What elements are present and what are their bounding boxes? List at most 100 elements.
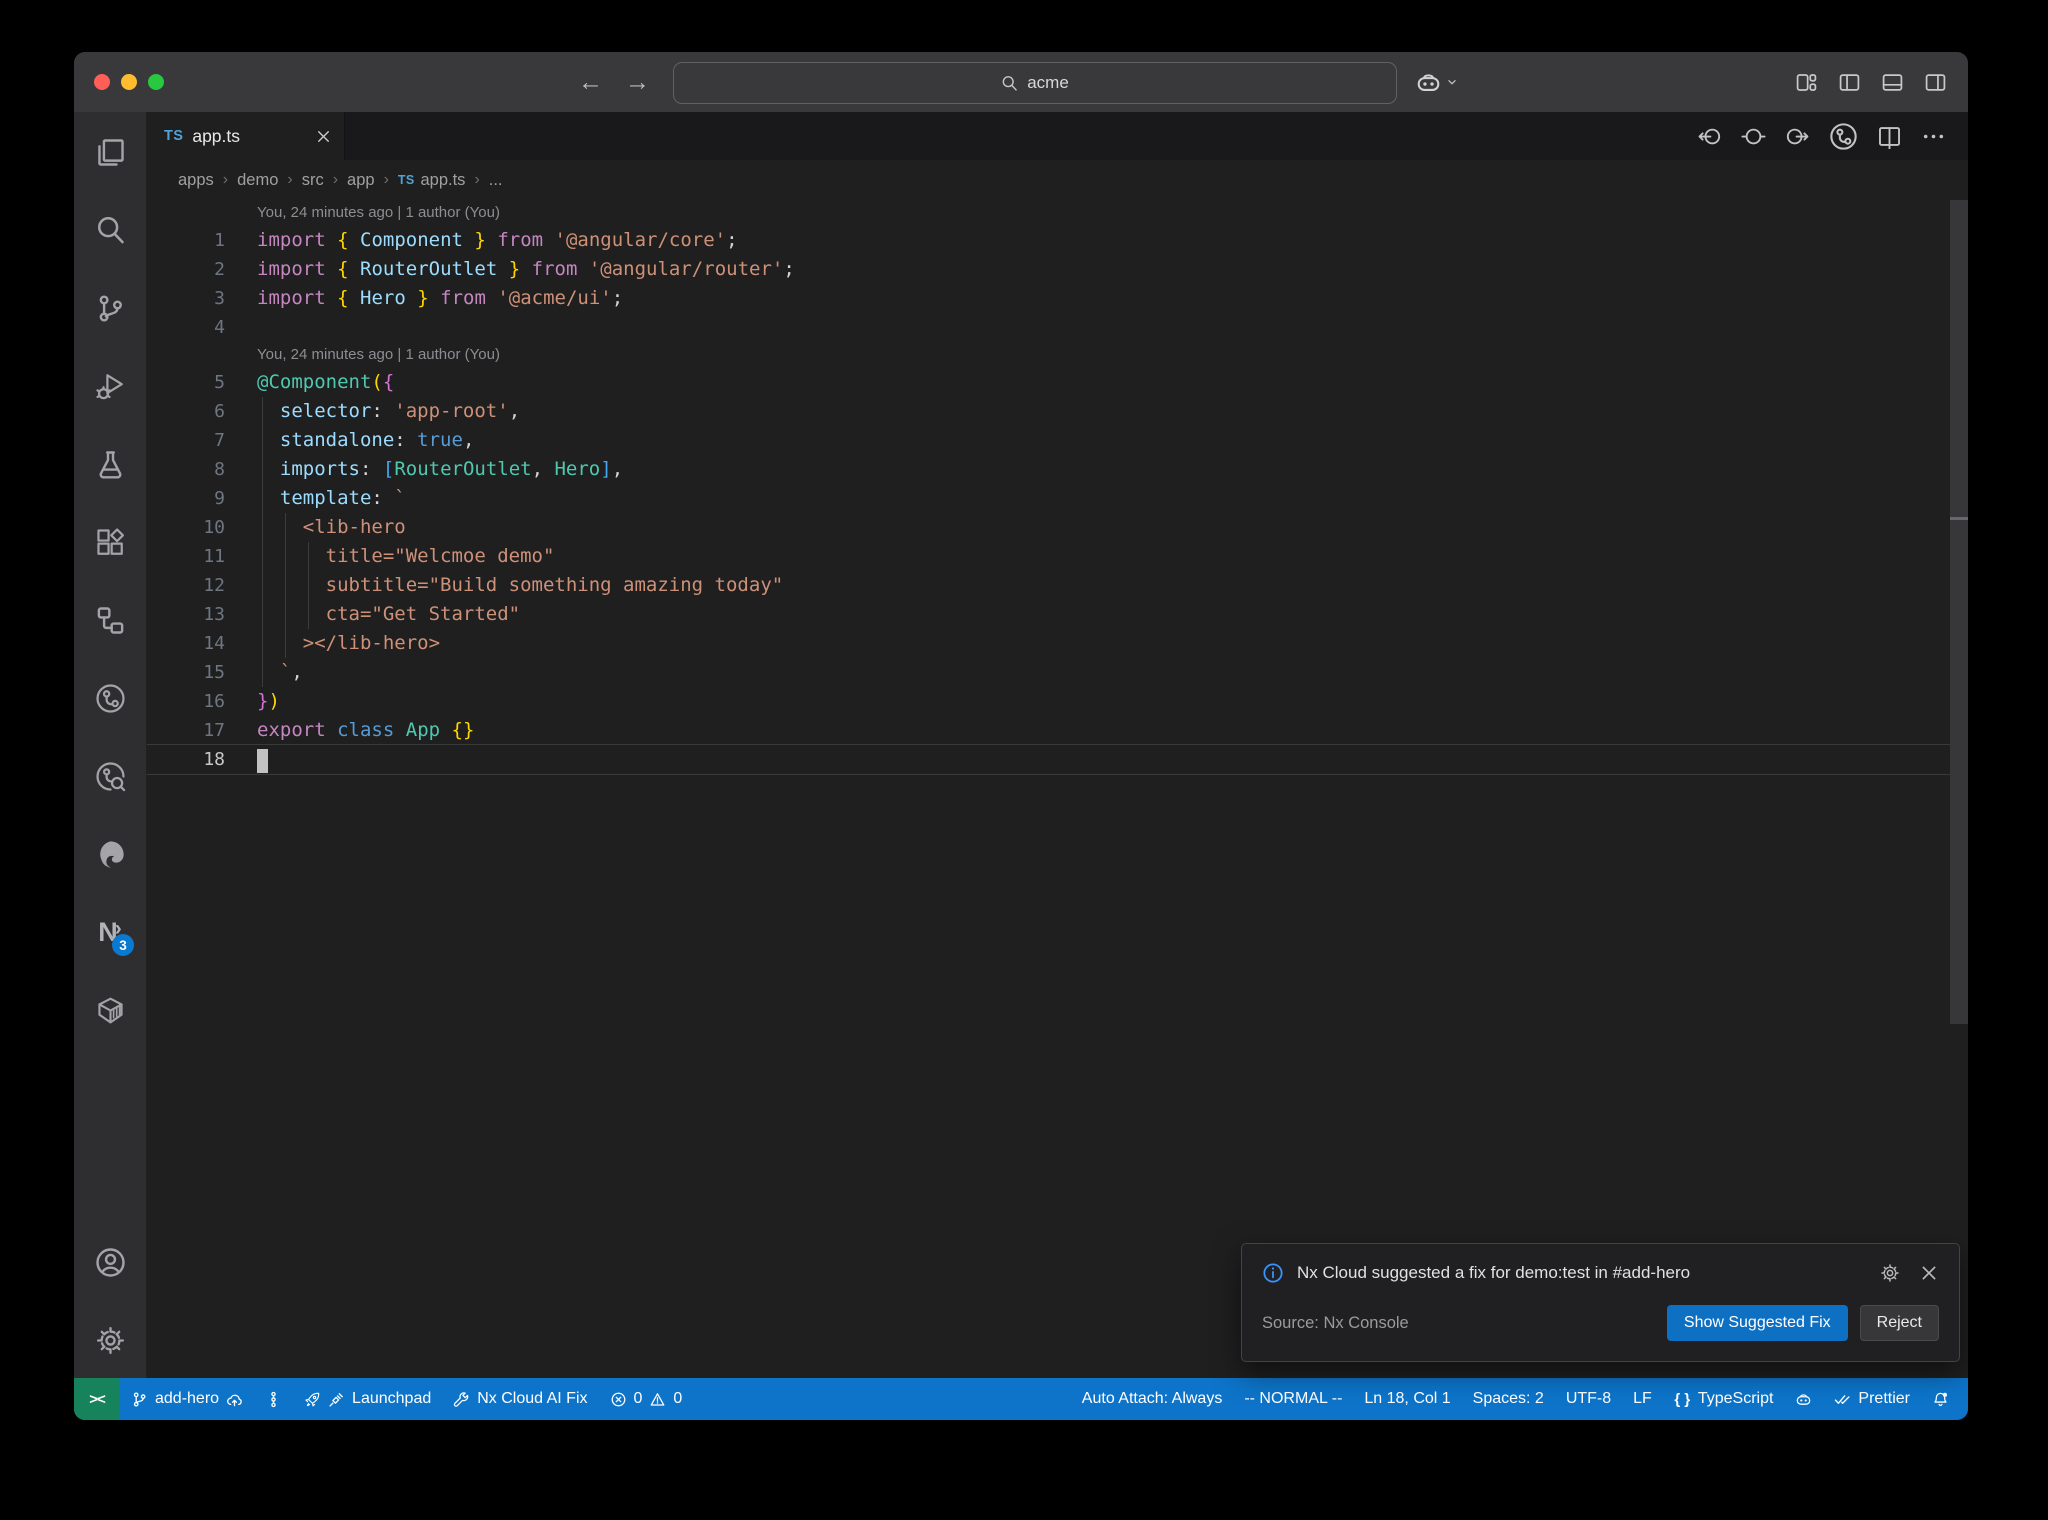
activity-bar-item-testing[interactable] <box>86 440 134 488</box>
close-notification-icon[interactable] <box>1919 1263 1939 1283</box>
activity-bar-item-hierarchy[interactable] <box>86 596 134 644</box>
code-line-10[interactable]: 10 <lib-hero <box>147 513 1968 542</box>
split-editor-icon[interactable] <box>1877 124 1902 149</box>
close-tab-icon[interactable] <box>315 128 332 145</box>
history-back-button[interactable]: ← <box>578 52 603 112</box>
code-line-8[interactable]: 8 imports: [RouterOutlet, Hero], <box>147 455 1968 484</box>
activity-bar-item-search[interactable] <box>86 206 134 254</box>
vim-mode-item[interactable]: -- NORMAL -- <box>1233 1378 1353 1420</box>
editor-group: TS app.ts apps › demo › src › app › TS app.ts ›...… <box>147 112 1968 1378</box>
codelens-annotation[interactable]: You, 24 minutes ago | 1 author (You) <box>147 200 1968 226</box>
prettier-item[interactable]: Prettier <box>1823 1378 1921 1420</box>
notification-toast: Nx Cloud suggested a fix for demo:test i… <box>1241 1243 1960 1362</box>
code-line-6[interactable]: 6 selector: 'app-root', <box>147 397 1968 426</box>
code-line-16[interactable]: 16}) <box>147 687 1968 716</box>
language-item[interactable]: { } TypeScript <box>1663 1378 1785 1420</box>
breadcrumb-item-app[interactable]: app <box>347 171 375 190</box>
code-line-4[interactable]: 4 <box>147 313 1968 342</box>
activity-bar-item-run-debug[interactable] <box>86 362 134 410</box>
indent-guide <box>285 513 286 658</box>
history-forward-button[interactable]: → <box>625 52 650 112</box>
code-line-15[interactable]: 15 `, <box>147 658 1968 687</box>
tab-bar: TS app.ts <box>147 112 1968 160</box>
remote-indicator[interactable]: >< <box>74 1378 120 1420</box>
copilot-menu[interactable] <box>1415 52 1459 112</box>
close-window-button[interactable] <box>94 74 110 90</box>
code-line-2[interactable]: 2 import { RouterOutlet } from '@angular/… <box>147 255 1968 284</box>
scrollbar-thumb[interactable] <box>1950 200 1968 1024</box>
activity-bar-item-accounts[interactable] <box>86 1238 134 1286</box>
codelens-annotation[interactable]: You, 24 minutes ago | 1 author (You) <box>147 342 1968 368</box>
activity-bar-item-settings-gear[interactable] <box>86 1316 134 1364</box>
breadcrumb-item-apps[interactable]: apps <box>178 171 214 190</box>
breadcrumb-item-src[interactable]: src <box>302 171 324 190</box>
cursor-position-item[interactable]: Ln 18, Col 1 <box>1353 1378 1461 1420</box>
braces-icon: { } <box>1674 1390 1691 1408</box>
eol-item[interactable]: LF <box>1622 1378 1663 1420</box>
activity-bar-item-extensions[interactable] <box>86 518 134 566</box>
activity-bar-item-explorer[interactable] <box>86 128 134 176</box>
more-actions-icon[interactable] <box>1921 124 1946 149</box>
nx-cloud-ai-fix-item[interactable]: Nx Cloud AI Fix <box>442 1378 598 1420</box>
tab-app-ts[interactable]: TS app.ts <box>147 112 345 160</box>
auto-attach-item[interactable]: Auto Attach: Always <box>1071 1378 1234 1420</box>
activity-bar-item-nx-console[interactable]: N › 3 <box>86 908 134 956</box>
indentation-item-label: Spaces: 2 <box>1472 1390 1544 1407</box>
activity-bar-item-edge-tools[interactable] <box>86 830 134 878</box>
commit-graph-icon[interactable] <box>1829 122 1858 151</box>
code-line-12[interactable]: 12 subtitle="Build something amazing tod… <box>147 571 1968 600</box>
prev-change-icon[interactable] <box>1697 124 1722 149</box>
code-area[interactable]: You, 24 minutes ago | 1 author (You) 1 imp… <box>147 200 1968 1378</box>
toggle-panel-icon[interactable] <box>1881 71 1904 94</box>
notification-settings-icon[interactable] <box>1880 1263 1900 1283</box>
toggle-primary-sidebar-icon[interactable] <box>1838 71 1861 94</box>
line-number: 17 <box>203 720 225 741</box>
code-line-9[interactable]: 9 template: ` <box>147 484 1968 513</box>
customize-layout-icon[interactable] <box>1795 71 1818 94</box>
code-line-5[interactable]: 5 @Component({ <box>147 368 1968 397</box>
activity-bar-item-source-control[interactable] <box>86 284 134 332</box>
plug-icon <box>328 1391 345 1408</box>
line-number: 10 <box>203 517 225 538</box>
breadcrumb-item-demo[interactable]: demo <box>237 171 278 190</box>
next-change-icon[interactable] <box>1785 124 1810 149</box>
indent-guide <box>308 542 309 629</box>
code-line-1[interactable]: 1 import { Component } from '@angular/cor… <box>147 226 1968 255</box>
code-line-14[interactable]: 14 ></lib-hero> <box>147 629 1968 658</box>
line-number: 4 <box>214 317 225 338</box>
branch-item[interactable]: add-hero <box>120 1378 254 1420</box>
command-center-search[interactable]: acme <box>673 62 1397 104</box>
breadcrumb-item--[interactable]: ... <box>489 171 503 190</box>
commits-item[interactable] <box>254 1378 293 1420</box>
breadcrumb-separator: › <box>332 171 339 188</box>
launchpad-item[interactable]: Launchpad <box>293 1378 442 1420</box>
notification-source: Source: Nx Console <box>1262 1313 1409 1332</box>
code-line-17[interactable]: 17 export class App {} <box>147 716 1968 745</box>
encoding-item[interactable]: UTF-8 <box>1555 1378 1622 1420</box>
warning-icon <box>649 1391 666 1408</box>
toggle-secondary-sidebar-icon[interactable] <box>1924 71 1947 94</box>
breadcrumb-label: src <box>301 170 324 189</box>
activity-bar-item-commit-graph-circle[interactable] <box>86 674 134 722</box>
breadcrumb-item-app-ts[interactable]: TS app.ts <box>398 171 466 190</box>
reject-button[interactable]: Reject <box>1859 1305 1939 1341</box>
bell-item[interactable] <box>1921 1378 1960 1420</box>
copilot-item[interactable] <box>1784 1378 1823 1420</box>
changes-icon[interactable] <box>1741 124 1766 149</box>
activity-bar: N › 3 <box>74 112 147 1378</box>
line-number: 11 <box>203 546 225 567</box>
code-line-11[interactable]: 11 title="Welcmoe demo" <box>147 542 1968 571</box>
activity-bar-item-container-tools[interactable] <box>86 986 134 1034</box>
minimize-window-button[interactable] <box>121 74 137 90</box>
code-line-3[interactable]: 3 import { Hero } from '@acme/ui'; <box>147 284 1968 313</box>
code-line-13[interactable]: 13 cta="Get Started" <box>147 600 1968 629</box>
problems-item[interactable]: 00 <box>599 1378 694 1420</box>
activity-bar-item-gitlens-inspect[interactable] <box>86 752 134 800</box>
show-suggested-fix-button[interactable]: Show Suggested Fix <box>1666 1305 1848 1341</box>
line-number: 3 <box>214 288 225 309</box>
code-line-7[interactable]: 7 standalone: true, <box>147 426 1968 455</box>
zoom-window-button[interactable] <box>148 74 164 90</box>
code-line-18[interactable]: 18 <box>147 745 1968 774</box>
indentation-item[interactable]: Spaces: 2 <box>1462 1378 1555 1420</box>
editor-scrollbar[interactable] <box>1950 200 1968 1378</box>
